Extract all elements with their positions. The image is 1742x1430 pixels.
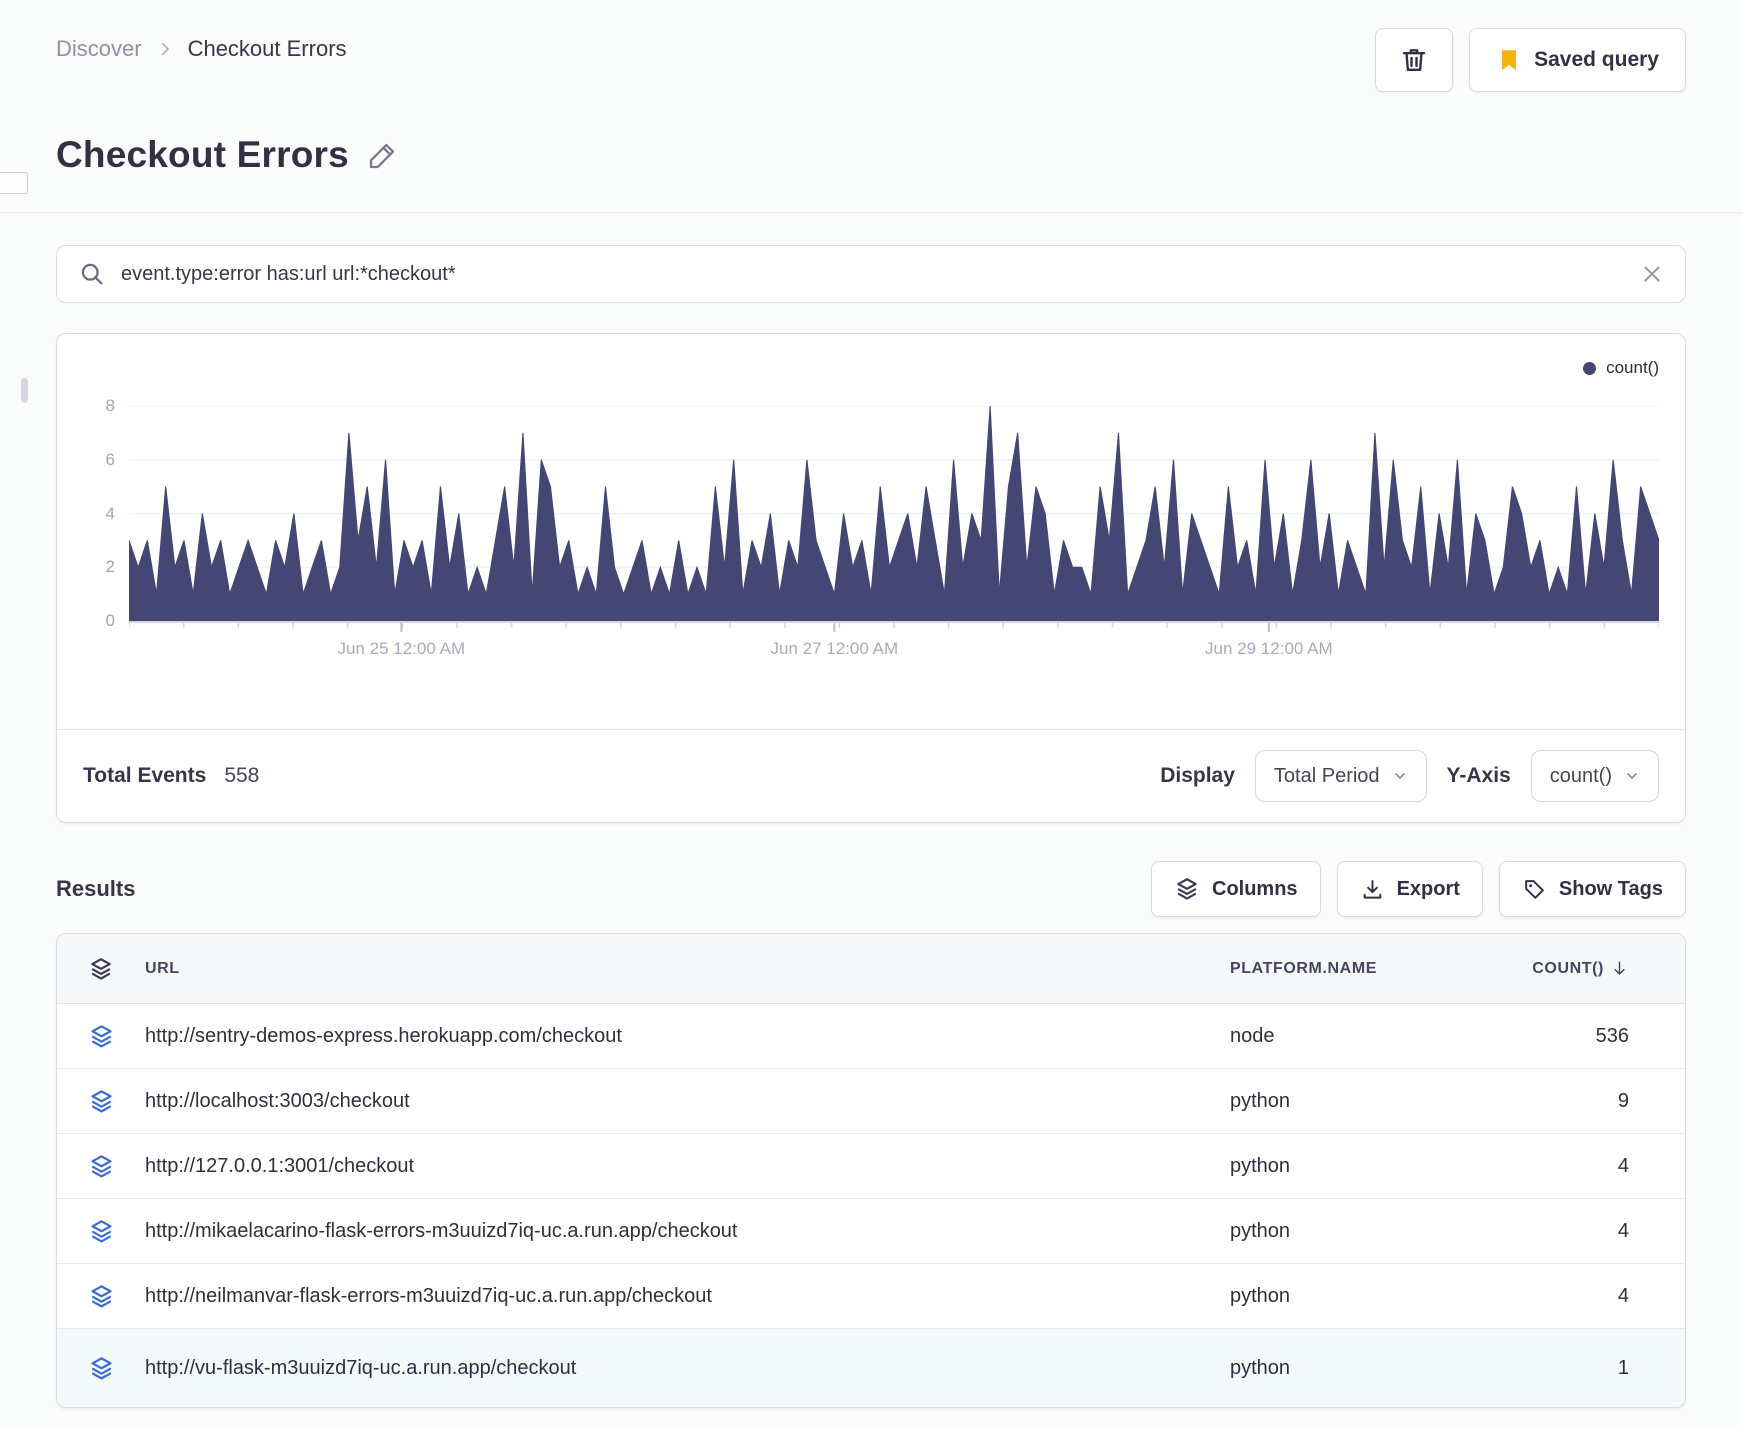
- chart-plot-area[interactable]: [129, 406, 1659, 623]
- count-cell: 1: [1617, 1356, 1629, 1379]
- drilldown-layers-icon[interactable]: [57, 1023, 145, 1050]
- platform-cell: python: [1230, 1356, 1291, 1379]
- platform-cell: node: [1230, 1024, 1275, 1047]
- row-settings-layers-icon[interactable]: [57, 956, 145, 982]
- column-header-url[interactable]: URL: [145, 960, 1230, 978]
- count-cell: 9: [1617, 1089, 1629, 1112]
- total-events: Total Events 558: [83, 764, 259, 788]
- display-label: Display: [1160, 764, 1235, 787]
- total-events-label: Total Events: [83, 764, 207, 787]
- edit-title-pencil-icon[interactable]: [367, 139, 399, 171]
- url-cell[interactable]: http://mikaelacarino-flask-errors-m3uuiz…: [145, 1220, 1230, 1243]
- count-cell: 4: [1617, 1154, 1629, 1177]
- layers-icon: [1174, 876, 1200, 902]
- search-input[interactable]: [121, 262, 1625, 286]
- search-icon: [79, 261, 105, 287]
- yaxis-dropdown-value: count(): [1549, 764, 1612, 787]
- columns-button-label: Columns: [1212, 877, 1298, 900]
- column-header-platform[interactable]: PLATFORM.NAME: [1230, 960, 1540, 978]
- url-cell[interactable]: http://127.0.0.1:3001/checkout: [145, 1155, 1230, 1178]
- yaxis-dropdown[interactable]: count(): [1530, 750, 1659, 802]
- chevron-right-icon: [156, 40, 174, 58]
- count-cell: 536: [1595, 1024, 1629, 1047]
- breadcrumb: Discover Checkout Errors: [56, 28, 347, 62]
- show-tags-button[interactable]: Show Tags: [1498, 861, 1686, 917]
- url-cell[interactable]: http://sentry-demos-express.herokuapp.co…: [145, 1025, 1230, 1048]
- trash-icon: [1399, 45, 1429, 75]
- x-axis-ticks: [129, 623, 1659, 632]
- y-axis-labels: 0 2 4 6 8: [83, 396, 129, 630]
- page-header: Discover Checkout Errors Saved query: [56, 0, 1686, 92]
- columns-button[interactable]: Columns: [1151, 861, 1321, 917]
- drilldown-layers-icon[interactable]: [57, 1153, 145, 1180]
- export-button[interactable]: Export: [1336, 861, 1483, 917]
- export-button-label: Export: [1396, 877, 1460, 900]
- url-cell[interactable]: http://vu-flask-m3uuizd7iq-uc.a.run.app/…: [145, 1357, 1230, 1380]
- table-row[interactable]: http://vu-flask-m3uuizd7iq-uc.a.run.app/…: [57, 1329, 1685, 1407]
- bookmark-icon: [1496, 47, 1522, 73]
- table-row[interactable]: http://sentry-demos-express.herokuapp.co…: [57, 1004, 1685, 1069]
- chart-legend[interactable]: count(): [83, 356, 1659, 380]
- page-title: Checkout Errors: [56, 134, 349, 175]
- table-row[interactable]: http://127.0.0.1:3001/checkout python 4: [57, 1134, 1685, 1199]
- header-actions: Saved query: [1375, 28, 1686, 92]
- y-tick-label: 8: [105, 396, 115, 415]
- chart-footer: Total Events 558 Display Total Period Y-…: [57, 729, 1685, 822]
- legend-series-label: count(): [1606, 358, 1659, 377]
- table-row[interactable]: http://localhost:3003/checkout python 9: [57, 1069, 1685, 1134]
- y-tick-label: 6: [105, 449, 115, 469]
- drilldown-layers-icon[interactable]: [57, 1088, 145, 1115]
- y-tick-label: 4: [105, 503, 115, 523]
- download-icon: [1360, 877, 1385, 902]
- sort-descending-arrow-icon: [1610, 959, 1629, 978]
- platform-cell: python: [1230, 1284, 1291, 1307]
- search-bar[interactable]: [56, 245, 1686, 303]
- header-divider: [0, 212, 1742, 213]
- chevron-down-icon: [1392, 768, 1408, 784]
- tag-icon: [1522, 877, 1547, 902]
- drilldown-layers-icon[interactable]: [57, 1218, 145, 1245]
- breadcrumb-discover-link[interactable]: Discover: [56, 36, 142, 62]
- show-tags-button-label: Show Tags: [1558, 877, 1663, 900]
- page-title-row: Checkout Errors: [56, 134, 1686, 176]
- results-heading: Results: [56, 876, 136, 901]
- drilldown-layers-icon[interactable]: [57, 1355, 145, 1382]
- column-header-count[interactable]: COUNT(): [1532, 959, 1685, 978]
- results-table-header: URL PLATFORM.NAME COUNT(): [57, 934, 1685, 1004]
- events-chart-panel: count() 0 2 4 6 8 Jun 25 12:00 AM Jun 27 12:0…: [56, 333, 1686, 823]
- y-tick-label: 2: [105, 557, 115, 577]
- url-cell[interactable]: http://localhost:3003/checkout: [145, 1090, 1230, 1113]
- table-row[interactable]: http://mikaelacarino-flask-errors-m3uuiz…: [57, 1199, 1685, 1264]
- platform-cell: python: [1230, 1219, 1291, 1242]
- table-row[interactable]: http://neilmanvar-flask-errors-m3uuizd7i…: [57, 1264, 1685, 1329]
- results-table-body: http://sentry-demos-express.herokuapp.co…: [57, 1004, 1685, 1407]
- count-cell: 4: [1617, 1284, 1629, 1307]
- x-tick-label: Jun 29 12:00 AM: [1205, 639, 1333, 658]
- results-header: Results Columns Export Show Tags: [56, 861, 1686, 917]
- drilldown-layers-icon[interactable]: [57, 1283, 145, 1310]
- breadcrumb-current: Checkout Errors: [187, 36, 347, 61]
- x-tick-label: Jun 27 12:00 AM: [770, 639, 899, 658]
- results-table: URL PLATFORM.NAME COUNT() http://sentry-…: [56, 933, 1686, 1408]
- x-axis: Jun 25 12:00 AM Jun 27 12:00 AM Jun 29 12:…: [129, 623, 1659, 673]
- saved-query-button[interactable]: Saved query: [1469, 28, 1686, 92]
- clear-search-icon[interactable]: [1641, 263, 1663, 285]
- y-tick-label: 0: [105, 611, 115, 630]
- display-dropdown-value: Total Period: [1273, 764, 1380, 787]
- legend-series-dot: [1583, 361, 1597, 375]
- x-tick-label: Jun 25 12:00 AM: [337, 639, 466, 658]
- display-dropdown[interactable]: Total Period: [1254, 750, 1427, 802]
- platform-cell: python: [1230, 1089, 1291, 1112]
- saved-query-label: Saved query: [1534, 48, 1659, 71]
- delete-query-button[interactable]: [1375, 28, 1454, 92]
- count-cell: 4: [1617, 1219, 1629, 1242]
- platform-cell: python: [1230, 1154, 1291, 1177]
- total-events-value: 558: [224, 764, 260, 787]
- sidebar-drawer-handle[interactable]: [0, 172, 28, 194]
- chevron-down-icon: [1624, 768, 1640, 784]
- yaxis-label: Y-Axis: [1446, 764, 1511, 787]
- url-cell[interactable]: http://neilmanvar-flask-errors-m3uuizd7i…: [145, 1285, 1230, 1308]
- scrollbar-pip[interactable]: [21, 378, 28, 403]
